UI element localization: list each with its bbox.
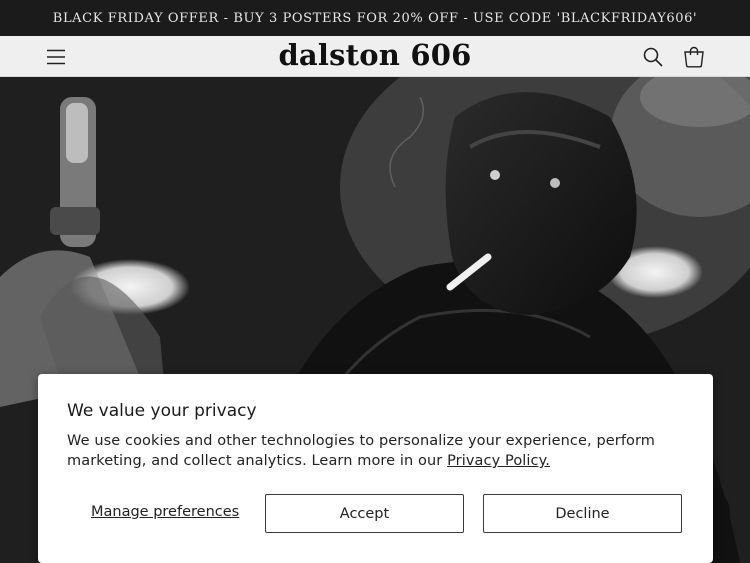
site-logo[interactable]: dalston 606 [0,38,750,72]
decline-button[interactable]: Decline [483,494,682,533]
manage-preferences-link[interactable]: Manage preferences [91,504,239,520]
announcement-text: BLACK FRIDAY OFFER - BUY 3 POSTERS FOR 2… [52,10,698,26]
cookie-consent-banner: We value your privacy We use cookies and… [38,374,713,563]
cookie-banner-description: We use cookies and other technologies to… [67,431,667,471]
site-header: dalston 606 [0,36,750,77]
shopping-bag-icon[interactable] [682,45,706,69]
cookie-banner-title: We value your privacy [67,401,257,421]
privacy-policy-link[interactable]: Privacy Policy. [447,453,550,469]
search-icon[interactable] [641,45,665,69]
announcement-bar: BLACK FRIDAY OFFER - BUY 3 POSTERS FOR 2… [0,0,750,36]
accept-button[interactable]: Accept [265,494,464,533]
cookie-banner-body-text: We use cookies and other technologies to… [67,433,656,469]
